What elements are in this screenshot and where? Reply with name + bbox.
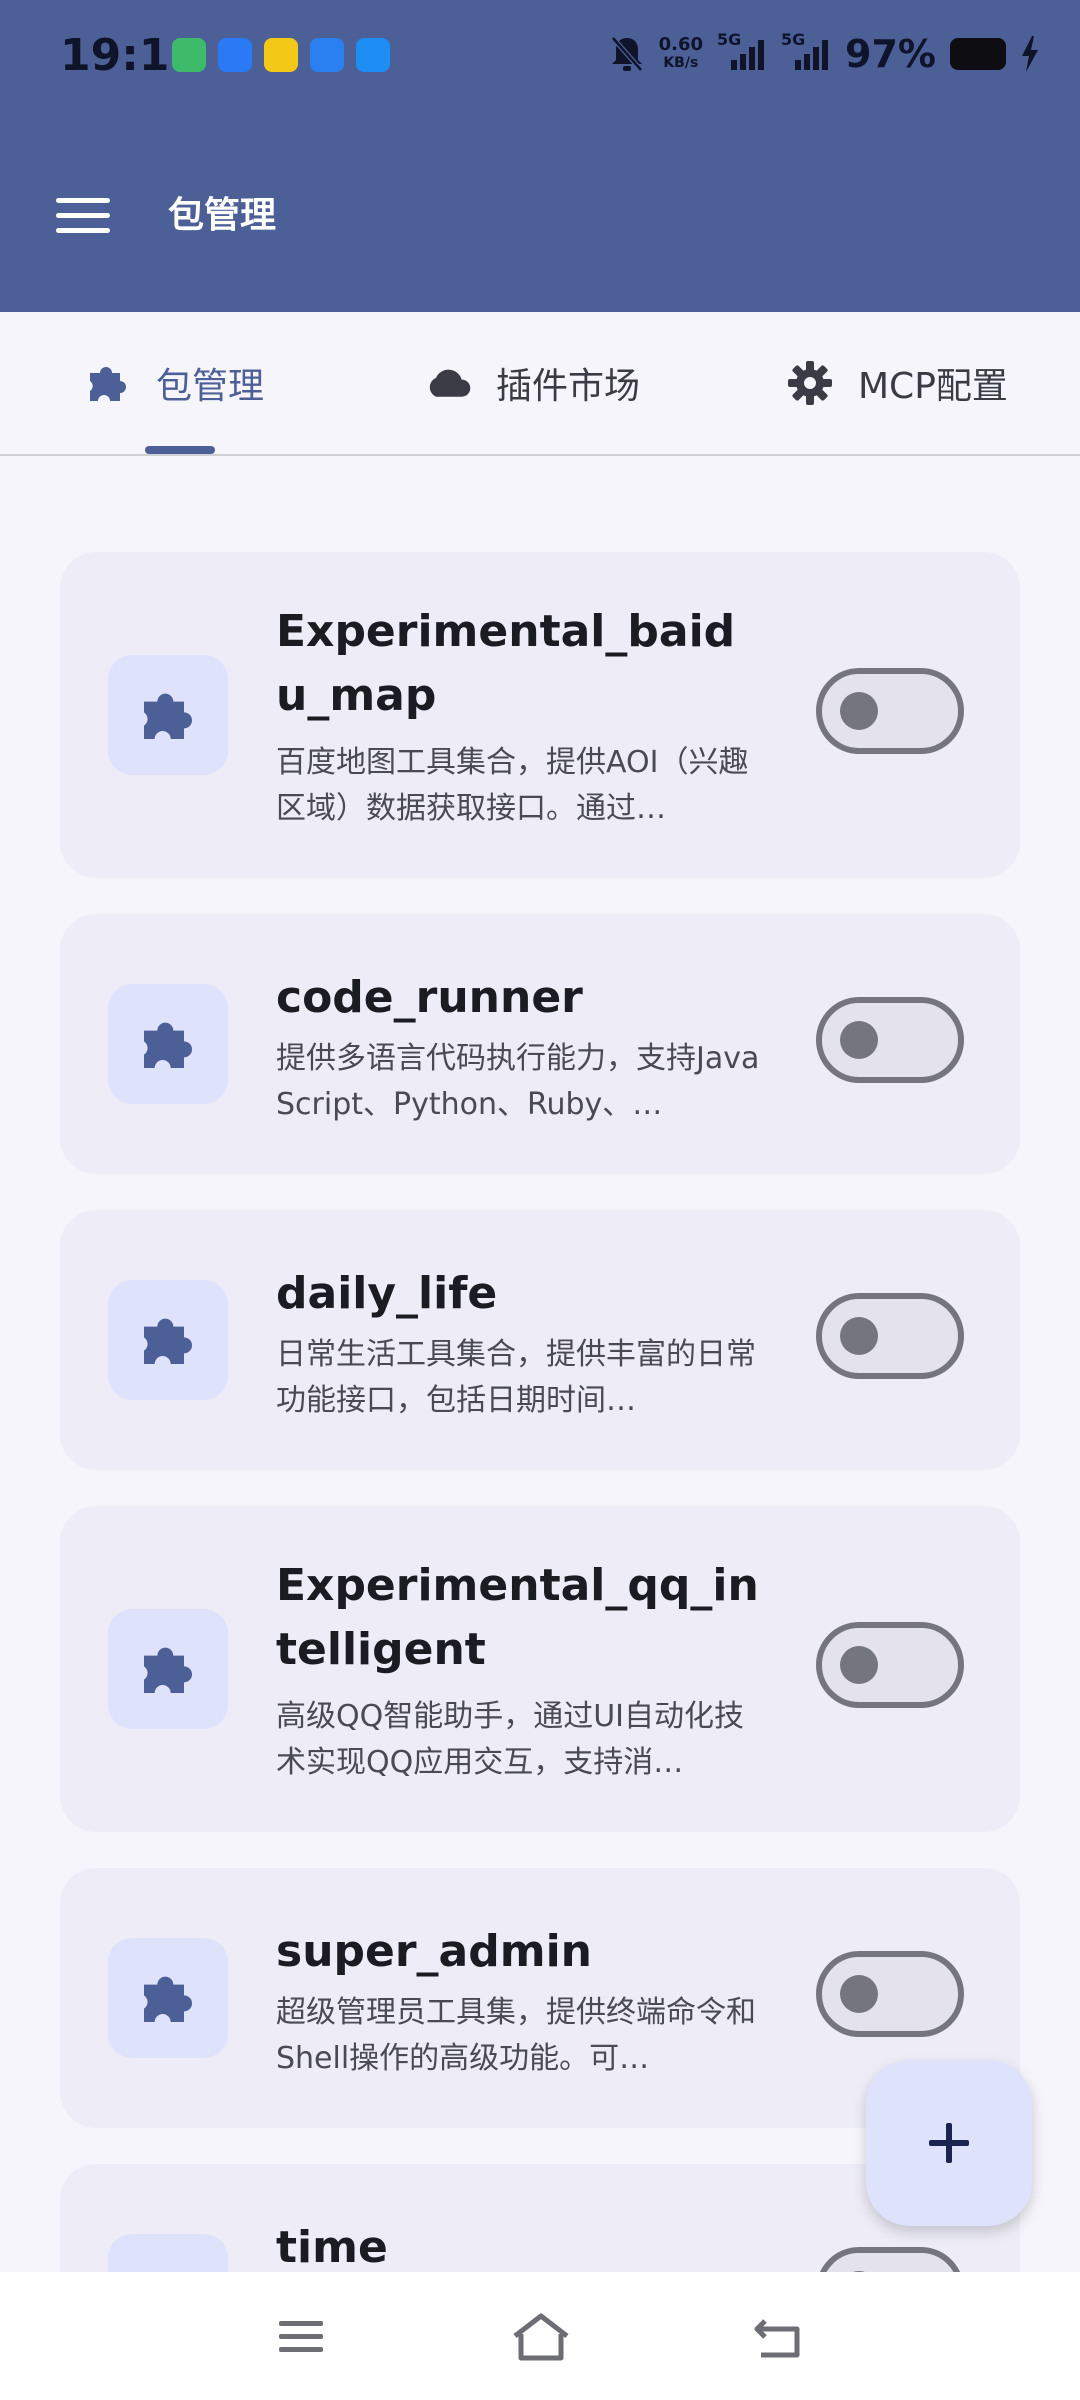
app-notification-icon-2 [310,38,344,72]
package-name: super_admin [276,1926,592,1977]
app-notification-icon-3 [356,38,390,72]
battery-icon [950,38,1006,70]
package-name: Experimental_qq_intelligent [276,1560,759,1675]
package-card[interactable]: code_runner 提供多语言代码执行能力，支持JavaScript、Pyt… [60,914,1020,1174]
network-speed: 0.60 KB/s [659,36,703,72]
package-name: daily_life [276,1268,498,1319]
back-icon[interactable] [744,2302,814,2372]
wechat-notification-icon [172,38,206,72]
puzzle-icon [108,655,228,775]
page-title: 包管理 [168,195,277,236]
add-package-button[interactable] [866,2060,1032,2226]
signal-2: 5G [781,30,831,74]
network-speed-unit: KB/s [663,55,699,71]
signal-bars-icon [731,40,765,70]
plus-icon [929,2123,969,2163]
puzzle-icon [108,984,228,1104]
package-description: 高级QQ智能助手，通过UI自动化技术实现QQ应用交互，支持消… [276,1699,745,1780]
package-toggle[interactable] [816,1293,964,1379]
puzzle-icon [108,1280,228,1400]
battery-percent: 97% [845,32,936,76]
tab-package-management[interactable]: 包管理 [84,312,264,454]
tab-label: 包管理 [156,366,265,407]
network-speed-value: 0.60 [658,34,704,55]
package-description: 提供多语言代码执行能力，支持JavaScript、Python、Ruby、… [276,1041,760,1122]
puzzle-icon [108,2234,228,2272]
package-description: 日常生活工具集合，提供丰富的日常功能接口，包括日期时间… [276,1337,756,1418]
puzzle-icon [108,1938,228,2058]
system-nav-bar [0,2272,1080,2400]
menu-button[interactable] [56,198,110,234]
package-toggle[interactable] [816,1622,964,1708]
top-app-bar: 19:11 0.60 KB/s 5G 5G 97% 包管理 [0,0,1080,312]
gear-icon [786,359,834,407]
status-right: 0.60 KB/s 5G 5G 97% [609,30,1040,76]
package-card[interactable]: daily_life 日常生活工具集合，提供丰富的日常功能接口，包括日期时间… [60,1210,1020,1470]
package-toggle[interactable] [816,1951,964,2037]
package-name: time [276,2222,388,2272]
status-bar: 19:11 0.60 KB/s 5G 5G 97% [0,0,1080,120]
menu-icon[interactable] [266,2302,336,2372]
signal-bars-icon-2 [795,40,829,70]
app-bar: 包管理 [0,160,1080,270]
app-notification-icon [264,38,298,72]
package-name: code_runner [276,972,583,1023]
package-toggle[interactable] [816,997,964,1083]
package-description: 超级管理员工具集，提供终端命令和Shell操作的高级功能。可… [276,1995,756,2076]
puzzle-icon [108,1609,228,1729]
tab-mcp-config[interactable]: MCP配置 [786,312,1008,454]
tab-label: 插件市场 [496,366,641,407]
package-toggle[interactable] [816,2247,964,2272]
cloud-icon [424,359,472,407]
package-name: Experimental_baidu_map [276,606,736,721]
home-icon[interactable] [506,2302,576,2372]
tab-bar: 包管理 插件市场 MCP配置 [0,312,1080,456]
puzzle-icon [84,359,132,407]
tab-indicator [145,446,215,454]
baidu-notification-icon [218,38,252,72]
notification-icons [172,38,390,72]
tab-label: MCP配置 [858,366,1008,407]
signal-1: 5G [717,30,767,74]
package-description: 百度地图工具集合，提供AOI（兴趣区域）数据获取接口。通过… [276,745,749,826]
charging-bolt-icon [1022,36,1038,72]
tab-plugin-market[interactable]: 插件市场 [424,312,640,454]
package-card[interactable]: Experimental_baidu_map 百度地图工具集合，提供AOI（兴趣… [60,552,1020,878]
package-toggle[interactable] [816,668,964,754]
package-card[interactable]: Experimental_qq_intelligent 高级QQ智能助手，通过U… [60,1506,1020,1832]
mute-bell-icon [610,36,643,72]
